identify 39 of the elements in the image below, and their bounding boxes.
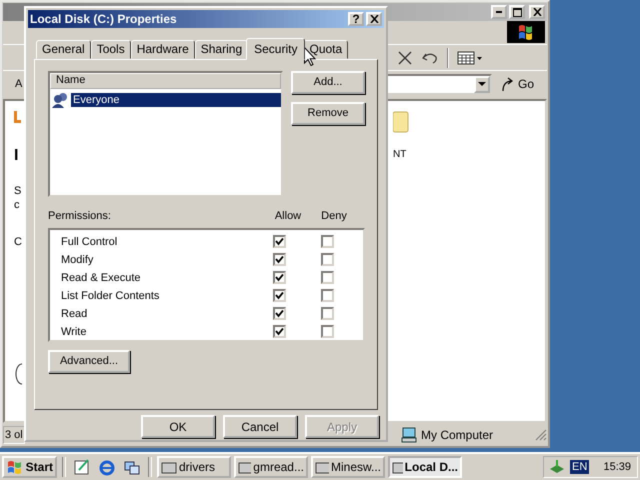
allow-header: Allow [274, 210, 302, 222]
taskbar-button[interactable]: Local D... [388, 456, 462, 478]
permission-name: Modify [61, 254, 94, 266]
taskbar-button[interactable]: gmread... [234, 456, 308, 478]
permission-name: Read & Execute [61, 272, 142, 284]
window-title: Local Disk (C:) Properties [30, 12, 177, 26]
help-button[interactable]: ? [348, 12, 364, 26]
status-location: My Computer [421, 428, 494, 442]
clock[interactable]: 15:39 [603, 461, 631, 473]
taskbar-button[interactable]: drivers [157, 456, 231, 478]
permissions-label: Permissions: [48, 210, 111, 222]
column-header[interactable]: Name [50, 72, 281, 89]
go-button[interactable]: Go [496, 73, 544, 95]
dialog-button[interactable]: Cancel [223, 415, 297, 438]
permission-name: Read [61, 308, 88, 320]
taskbar-button[interactable]: Minesw... [311, 456, 385, 478]
pane-text: C [14, 235, 22, 249]
deny-header: Deny [320, 210, 348, 222]
pane-text: I [14, 147, 18, 165]
address-label: A [15, 78, 24, 90]
tab[interactable]: Tools [90, 40, 131, 59]
remove-button[interactable]: Remove [291, 102, 365, 125]
folder-label[interactable]: NT [393, 149, 406, 160]
pane-text: S [14, 184, 22, 198]
pane-text: c [14, 198, 20, 212]
tab[interactable]: General [36, 40, 91, 59]
user-list[interactable]: Name Everyone [48, 70, 283, 197]
tab[interactable]: Security [246, 38, 306, 60]
add-button[interactable]: Add... [291, 70, 365, 94]
permission-name: Full Control [61, 236, 118, 248]
dialog-button[interactable]: OK [141, 415, 215, 438]
advanced-button[interactable]: Advanced... [48, 350, 130, 373]
permission-name: List Folder Contents [61, 290, 160, 302]
language-indicator[interactable]: EN [570, 460, 590, 474]
permission-name: Write [61, 326, 88, 338]
start-button[interactable]: Start [2, 456, 57, 478]
tab[interactable]: Hardware [130, 40, 195, 59]
list-item[interactable]: Everyone [71, 92, 281, 107]
tab[interactable]: Sharing [194, 40, 248, 59]
